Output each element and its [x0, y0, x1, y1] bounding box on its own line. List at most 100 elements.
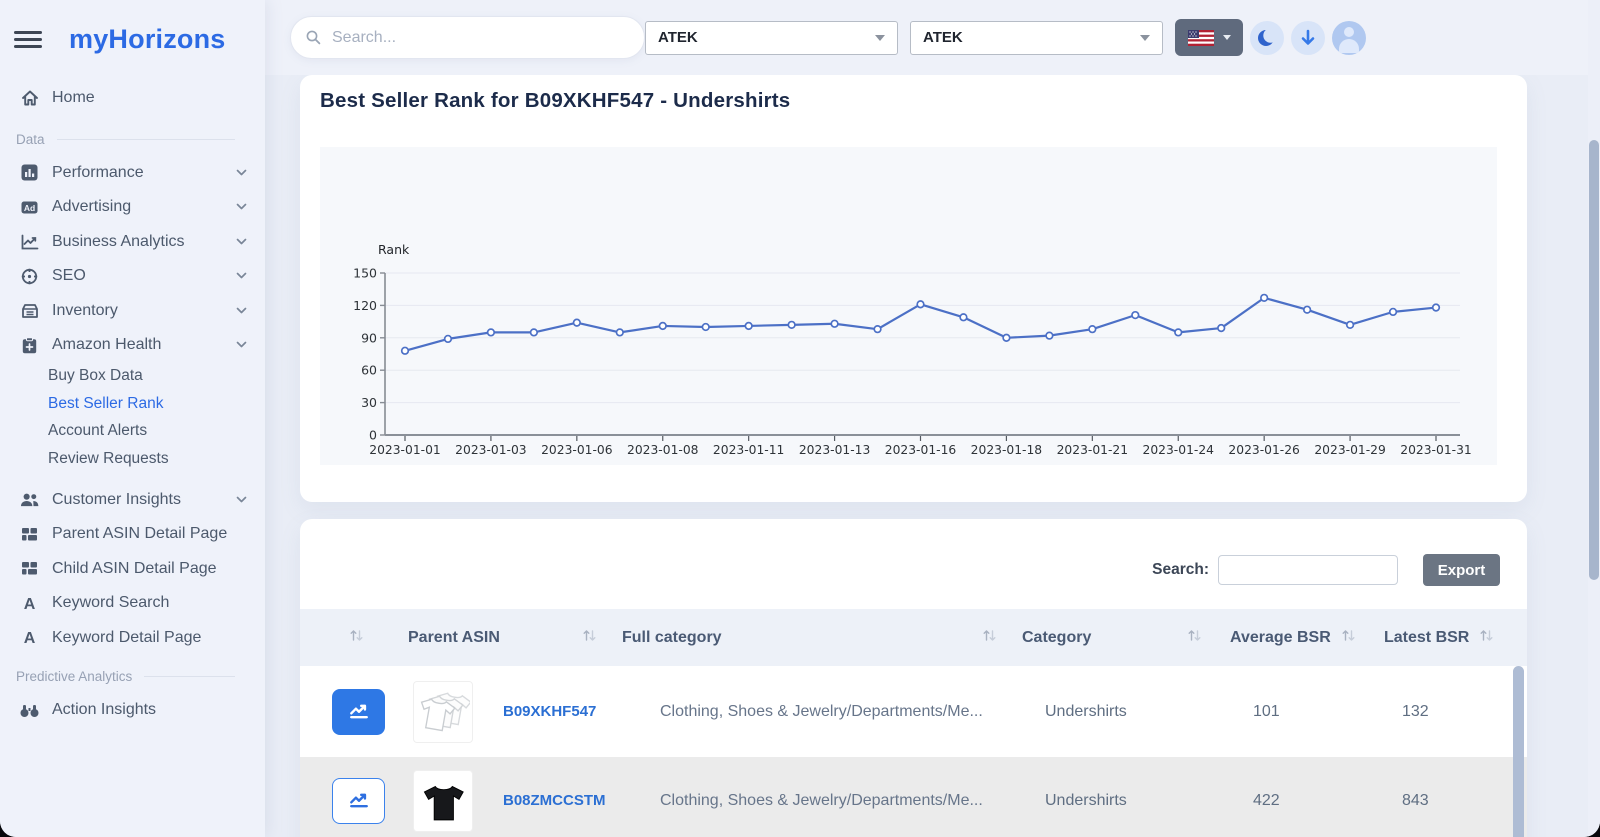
sidebar-item-action-insights[interactable]: Action Insights: [0, 693, 265, 728]
sidebar-item-customer-insights[interactable]: Customer Insights: [0, 483, 265, 518]
product-image-black-tshirt: [413, 769, 473, 832]
chevron-down-icon: [235, 200, 249, 214]
letter-a-icon: A: [20, 628, 39, 647]
average-bsr-cell: 101: [1253, 702, 1280, 720]
bricks-icon: [20, 525, 39, 544]
parent-asin-link[interactable]: B09XKHF547: [503, 703, 596, 720]
account-dropdown[interactable]: ATEK: [645, 20, 898, 55]
svg-text:2023-01-26: 2023-01-26: [1228, 443, 1300, 457]
svg-text:A: A: [24, 630, 36, 646]
line-chart-icon: [348, 788, 370, 813]
sidebar-item-inventory[interactable]: Inventory: [0, 294, 265, 329]
users-icon: [20, 490, 39, 509]
sidebar-item-account-alerts[interactable]: Account Alerts: [0, 418, 265, 446]
sidebar-item-review-requests[interactable]: Review Requests: [0, 445, 265, 473]
svg-text:2023-01-24: 2023-01-24: [1143, 443, 1215, 457]
column-header-full-category[interactable]: Full category: [611, 628, 1011, 648]
column-header-latest-bsr[interactable]: Latest BSR: [1366, 628, 1511, 648]
sidebar-item-home[interactable]: Home: [0, 81, 265, 116]
sidebar-item-best-seller-rank[interactable]: Best Seller Rank: [0, 390, 265, 418]
avatar-icon: [1344, 26, 1354, 37]
main-area: ATEK ATEK: [265, 0, 1600, 837]
chevron-down-icon: [235, 338, 249, 352]
app-logo[interactable]: myHorizons: [69, 24, 226, 55]
column-header-actions[interactable]: [316, 628, 396, 648]
global-search: [290, 16, 645, 59]
category-cell: Undershirts: [1045, 702, 1127, 720]
svg-text:90: 90: [361, 330, 377, 345]
svg-text:A: A: [24, 596, 36, 612]
sidebar-item-parent-asin-detail-page[interactable]: Parent ASIN Detail Page: [0, 517, 265, 552]
table-search-input[interactable]: [1218, 555, 1398, 585]
table-row: B09XKHF547 Clothing, Shoes & Jewelry/Dep…: [300, 666, 1527, 757]
average-bsr-cell: 422: [1253, 791, 1280, 809]
sidebar-section-predictive-analytics: Predictive Analytics: [0, 669, 265, 684]
arrow-down-icon: [1301, 29, 1315, 45]
table-scrollbar[interactable]: [1513, 666, 1524, 837]
page-scrollbar-thumb[interactable]: [1589, 140, 1599, 580]
sidebar-item-performance[interactable]: Performance: [0, 156, 265, 191]
svg-text:2023-01-01: 2023-01-01: [369, 443, 440, 457]
svg-text:2023-01-11: 2023-01-11: [713, 443, 784, 457]
user-avatar[interactable]: [1332, 20, 1366, 55]
sidebar-item-amazon-health[interactable]: Amazon Health: [0, 328, 265, 363]
sort-icon: [1187, 628, 1202, 648]
svg-text:2023-01-06: 2023-01-06: [541, 443, 613, 457]
sidebar-item-advertising[interactable]: Ad Advertising: [0, 190, 265, 225]
hamburger-menu-icon[interactable]: [14, 27, 42, 52]
chevron-down-icon: [1140, 34, 1150, 41]
target-icon: [20, 267, 39, 286]
bricks-icon: [20, 559, 39, 578]
bsr-table-card: Search: Export Parent ASIN Full category…: [300, 519, 1527, 837]
search-input[interactable]: [330, 27, 629, 48]
svg-text:2023-01-08: 2023-01-08: [627, 443, 698, 457]
line-chart-icon: [348, 699, 370, 724]
view-chart-button[interactable]: [332, 777, 385, 824]
download-button[interactable]: [1291, 20, 1325, 55]
dark-mode-toggle[interactable]: [1250, 20, 1284, 55]
parent-asin-link[interactable]: B08ZMCCSTM: [503, 792, 606, 809]
chart-title: Best Seller Rank for B09XKHF547 - Unders…: [320, 89, 791, 112]
category-cell: Undershirts: [1045, 791, 1127, 809]
clipboard-plus-icon: [20, 336, 39, 355]
page-content: Best Seller Rank for B09XKHF547 - Unders…: [265, 75, 1600, 837]
table-body: B09XKHF547 Clothing, Shoes & Jewelry/Dep…: [300, 666, 1527, 837]
sidebar-item-buy-box-data[interactable]: Buy Box Data: [0, 363, 265, 391]
svg-text:30: 30: [361, 395, 377, 410]
language-flag-button[interactable]: [1175, 19, 1243, 56]
svg-text:0: 0: [369, 428, 377, 443]
binoculars-icon: [20, 701, 39, 720]
chevron-down-icon: [1222, 35, 1231, 40]
sort-icon: [582, 628, 597, 648]
sort-icon: [1479, 628, 1494, 648]
sidebar-item-child-asin-detail-page[interactable]: Child ASIN Detail Page: [0, 552, 265, 587]
table-header: Parent ASIN Full category Category Avera…: [300, 609, 1527, 666]
bsr-line-chart: 0 30 60 90 120 150 Rank 2023-01-01 2023-01-03 202…: [320, 147, 1497, 465]
svg-text:2023-01-29: 2023-01-29: [1314, 443, 1385, 457]
page-scrollbar[interactable]: [1588, 0, 1600, 837]
chevron-down-icon: [235, 166, 249, 180]
sidebar-item-keyword-search[interactable]: A Keyword Search: [0, 586, 265, 621]
home-icon: [20, 89, 39, 108]
bsr-chart-card: Best Seller Rank for B09XKHF547 - Unders…: [300, 75, 1527, 502]
column-header-parent-asin[interactable]: Parent ASIN: [396, 628, 611, 648]
topbar: ATEK ATEK: [265, 0, 1600, 75]
moon-icon: [1258, 27, 1278, 46]
sidebar-item-keyword-detail-page[interactable]: A Keyword Detail Page: [0, 621, 265, 656]
svg-text:2023-01-18: 2023-01-18: [971, 443, 1042, 457]
svg-text:2023-01-21: 2023-01-21: [1057, 443, 1128, 457]
ad-icon: Ad: [20, 198, 39, 217]
sidebar-section-data: Data: [0, 132, 265, 147]
chevron-down-icon: [235, 235, 249, 249]
sidebar-item-business-analytics[interactable]: Business Analytics: [0, 225, 265, 260]
svg-text:Ad: Ad: [24, 203, 35, 213]
sidebar-item-seo[interactable]: SEO: [0, 259, 265, 294]
marketplace-dropdown[interactable]: ATEK: [910, 20, 1163, 55]
sidebar: myHorizons Home Data Performance Ad Adve…: [0, 0, 265, 837]
column-header-average-bsr[interactable]: Average BSR: [1216, 628, 1366, 648]
view-chart-button[interactable]: [332, 688, 385, 735]
product-image-white-undershirts-3pack: [413, 680, 473, 743]
column-header-category[interactable]: Category: [1011, 628, 1216, 648]
export-button[interactable]: Export: [1423, 554, 1500, 586]
search-icon: [306, 30, 321, 45]
